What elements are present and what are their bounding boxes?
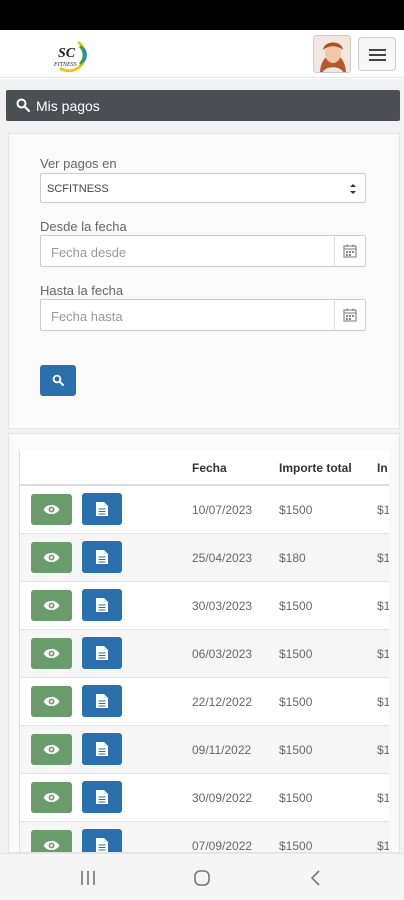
menu-button[interactable] xyxy=(358,37,396,71)
table-row: 30/09/2022 $1500 $1 xyxy=(20,774,389,822)
eye-icon xyxy=(43,793,60,802)
document-icon xyxy=(96,646,108,660)
panel-header: Mis pagos xyxy=(6,90,400,121)
status-bar xyxy=(0,0,404,30)
cell-importe: $1500 xyxy=(279,743,313,757)
back-icon[interactable] xyxy=(309,869,321,887)
payments-card: Fecha Importe total In 10/07/2023 $1500 $1… xyxy=(8,433,400,853)
menu-icon xyxy=(369,49,386,51)
col-importe-total[interactable]: Importe total xyxy=(279,461,352,475)
view-payment-button[interactable] xyxy=(31,638,72,669)
cell-fecha: 30/03/2023 xyxy=(192,599,253,613)
cell-extra: $1 xyxy=(377,647,389,661)
svg-text:FITNESS: FITNESS xyxy=(53,62,77,68)
cell-extra: $1 xyxy=(377,551,389,565)
document-icon xyxy=(96,790,108,804)
view-payment-button[interactable] xyxy=(31,686,72,717)
panel-title: Mis pagos xyxy=(36,98,100,114)
table-row: 10/07/2023 $1500 $1 xyxy=(20,486,389,534)
view-payment-button[interactable] xyxy=(31,542,72,573)
cell-importe: $1500 xyxy=(279,599,313,613)
cell-importe: $1500 xyxy=(279,839,313,853)
calendar-icon xyxy=(343,244,357,258)
view-payment-button[interactable] xyxy=(31,590,72,621)
cell-fecha: 22/12/2022 xyxy=(192,695,253,709)
home-icon[interactable] xyxy=(193,869,211,887)
eye-icon xyxy=(43,841,60,850)
cell-extra: $1 xyxy=(377,743,389,757)
calendar-button[interactable] xyxy=(334,300,365,330)
cell-fecha: 25/04/2023 xyxy=(192,551,253,565)
table-row: 22/12/2022 $1500 $1 xyxy=(20,678,389,726)
cell-importe: $180 xyxy=(279,551,306,565)
payments-table[interactable]: Fecha Importe total In 10/07/2023 $1500 $1… xyxy=(19,450,389,853)
cell-extra: $1 xyxy=(377,839,389,853)
eye-icon xyxy=(43,649,60,658)
recent-apps-icon[interactable] xyxy=(80,869,96,887)
desde-label: Desde la fecha xyxy=(40,219,127,234)
table-row: 07/09/2022 $1500 $1 xyxy=(20,822,389,853)
document-icon xyxy=(96,742,108,756)
table-header: Fecha Importe total In xyxy=(20,450,389,486)
calendar-button[interactable] xyxy=(334,236,365,266)
payment-receipt-button[interactable] xyxy=(82,589,122,621)
payment-receipt-button[interactable] xyxy=(82,493,122,525)
document-icon xyxy=(96,838,108,852)
payment-receipt-button[interactable] xyxy=(82,541,122,573)
document-icon xyxy=(96,502,108,516)
cell-fecha: 10/07/2023 xyxy=(192,503,253,517)
hasta-label: Hasta la fecha xyxy=(40,283,124,298)
logo[interactable]: SC FITNESS xyxy=(50,38,90,72)
eye-icon xyxy=(43,601,60,610)
payment-receipt-button[interactable] xyxy=(82,781,122,813)
cell-fecha: 06/03/2023 xyxy=(192,647,253,661)
payment-receipt-button[interactable] xyxy=(82,685,122,717)
view-payment-button[interactable] xyxy=(31,782,72,813)
top-bar: SC FITNESS xyxy=(0,30,404,78)
document-icon xyxy=(96,598,108,612)
cell-fecha: 09/11/2022 xyxy=(192,743,252,757)
eye-icon xyxy=(43,505,60,514)
cell-fecha: 07/09/2022 xyxy=(192,839,253,853)
col-fecha[interactable]: Fecha xyxy=(192,461,227,475)
cell-fecha: 30/09/2022 xyxy=(192,791,253,805)
document-icon xyxy=(96,694,108,708)
ver-pagos-select[interactable]: SCFITNESS xyxy=(40,173,366,203)
android-nav-bar xyxy=(0,853,404,900)
view-payment-button[interactable] xyxy=(31,830,72,852)
search-button[interactable] xyxy=(40,365,76,396)
cell-importe: $1500 xyxy=(279,791,313,805)
payment-receipt-button[interactable] xyxy=(82,733,122,765)
cell-extra: $1 xyxy=(377,599,389,613)
search-icon xyxy=(52,374,64,386)
svg-text:SC: SC xyxy=(58,46,76,61)
table-row: 25/04/2023 $180 $1 xyxy=(20,534,389,582)
document-icon xyxy=(96,550,108,564)
eye-icon xyxy=(43,745,60,754)
cell-importe: $1500 xyxy=(279,695,313,709)
table-row: 06/03/2023 $1500 $1 xyxy=(20,630,389,678)
calendar-icon xyxy=(343,308,357,322)
view-payment-button[interactable] xyxy=(31,734,72,765)
cell-importe: $1500 xyxy=(279,503,313,517)
select-caret-icon xyxy=(350,184,356,194)
cell-importe: $1500 xyxy=(279,647,313,661)
fecha-hasta-input[interactable]: Fecha hasta xyxy=(40,299,366,331)
payment-receipt-button[interactable] xyxy=(82,829,122,852)
ver-pagos-label: Ver pagos en xyxy=(40,156,117,171)
eye-icon xyxy=(43,697,60,706)
search-icon xyxy=(16,98,30,112)
cell-extra: $1 xyxy=(377,695,389,709)
view-payment-button[interactable] xyxy=(31,494,72,525)
fecha-desde-input[interactable]: Fecha desde xyxy=(40,235,366,267)
cell-extra: $1 xyxy=(377,791,389,805)
table-row: 30/03/2023 $1500 $1 xyxy=(20,582,389,630)
cell-extra: $1 xyxy=(377,503,389,517)
table-row: 09/11/2022 $1500 $1 xyxy=(20,726,389,774)
user-avatar[interactable] xyxy=(313,35,351,73)
col-in[interactable]: In xyxy=(377,461,388,475)
payment-receipt-button[interactable] xyxy=(82,637,122,669)
eye-icon xyxy=(43,553,60,562)
